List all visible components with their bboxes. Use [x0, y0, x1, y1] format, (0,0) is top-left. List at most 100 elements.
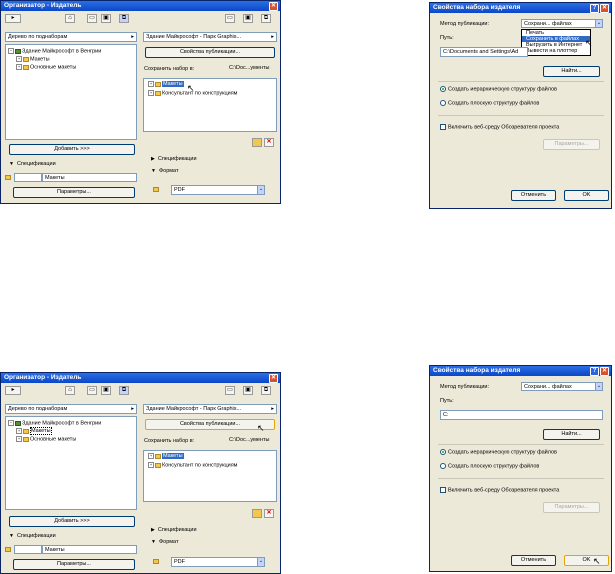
layout-icon[interactable]: ▣ — [101, 14, 111, 23]
publish-props-button[interactable]: Свойства публикации... — [145, 47, 275, 58]
menu-item-plotter[interactable]: Вывести на плоттер — [522, 48, 590, 54]
checkbox-icon[interactable] — [440, 124, 446, 130]
tree-item-main-layouts[interactable]: + Основные макеты — [16, 436, 76, 443]
organizer-titlebar[interactable]: Организатор - Издатель ✕ — [1, 1, 280, 11]
sets-icon[interactable]: ⧉ — [119, 386, 129, 395]
props-titlebar[interactable]: Свойства набора издателя? ✕ — [430, 366, 611, 376]
home-icon[interactable]: ⌂ — [65, 14, 75, 23]
spec-name-field[interactable]: Макеты — [42, 173, 137, 182]
expand-icon[interactable]: + — [16, 428, 22, 434]
tree-view-select[interactable]: Дерево по поднаборам ▸ — [5, 32, 137, 42]
method-select[interactable]: Сохрани... файлах ⌄ — [521, 19, 603, 28]
tree-item-root[interactable]: − Здание Майкрософт в Венгрии — [8, 420, 101, 427]
layout-icon[interactable]: ▣ — [243, 14, 253, 23]
radio-icon[interactable] — [440, 86, 446, 92]
path-field[interactable]: C: — [440, 410, 603, 420]
close-icon[interactable]: ✕ — [600, 4, 609, 13]
spec-section-right[interactable]: ▶ Спецификации — [151, 156, 197, 162]
format-section[interactable]: ▼ Формат — [151, 539, 179, 545]
layout-icon[interactable]: ▣ — [243, 386, 253, 395]
pub-item-consultant[interactable]: + Консультант по конструкциям — [148, 462, 237, 469]
radio-flat[interactable]: Создать плоскую структуру файлов — [440, 100, 539, 107]
expand-icon[interactable]: + — [16, 56, 22, 62]
cancel-button[interactable]: Отменить — [511, 190, 556, 201]
checkbox-icon[interactable] — [440, 487, 446, 493]
sets-icon[interactable]: ⧉ — [261, 14, 271, 23]
publisher-view-icon[interactable]: ▸ — [5, 14, 21, 23]
close-icon[interactable]: ✕ — [600, 367, 609, 376]
browser-checkbox[interactable]: Включить веб-среду Обозревателя проекта — [440, 487, 559, 494]
spec-field[interactable] — [14, 545, 42, 554]
expand-icon[interactable]: + — [148, 90, 154, 96]
params-button[interactable]: Параметры... — [543, 139, 600, 150]
cancel-button[interactable]: Отменить — [511, 555, 556, 566]
new-folder-icon[interactable] — [252, 138, 262, 147]
sets-icon[interactable]: ⧉ — [261, 386, 271, 395]
radio-hierarchical[interactable]: Создать иерархическую структуру файлов — [440, 86, 557, 93]
project-tree-panel[interactable]: − Здание Майкрософт в Венгрии + Макеты + Ос… — [5, 416, 137, 510]
radio-icon[interactable] — [440, 449, 446, 455]
publisher-set-select[interactable]: Здание Майкрософт - Парк Graphis... ▸ — [143, 404, 277, 414]
sets-icon[interactable]: ⧉ — [119, 14, 129, 23]
find-button[interactable]: Найти... — [543, 429, 600, 440]
spec-section-right[interactable]: ▶ Спецификации — [151, 527, 197, 533]
params-button[interactable]: Параметры... — [13, 187, 135, 198]
folder-icon[interactable]: ▭ — [87, 386, 97, 395]
radio-icon[interactable] — [440, 100, 446, 106]
expand-icon[interactable]: + — [16, 436, 22, 442]
pub-item-layouts[interactable]: + Макеты — [148, 453, 184, 460]
find-button[interactable]: Найти... — [543, 66, 600, 77]
tree-view-select[interactable]: Дерево по поднаборам ▸ — [5, 404, 137, 414]
params-button[interactable]: Параметры... — [543, 502, 600, 513]
spec-field[interactable] — [14, 173, 42, 182]
spec-section-left[interactable]: ▼ Спецификации — [9, 533, 56, 539]
radio-icon[interactable] — [440, 463, 446, 469]
tree-item-root[interactable]: − Здание Майкрософт в Венгрии — [8, 48, 101, 55]
publisher-view-icon[interactable]: ▸ — [5, 386, 21, 395]
new-folder-icon[interactable] — [252, 509, 262, 518]
publish-tree-panel[interactable]: + Макеты + Консультант по конструкциям — [143, 78, 277, 132]
folder-icon[interactable]: ▭ — [225, 14, 235, 23]
browser-checkbox[interactable]: Включить веб-среду Обозревателя проекта — [440, 124, 559, 131]
path-field[interactable]: C:\Documents and Settings\Ad — [440, 47, 528, 57]
format-select[interactable]: PDF ⌄ — [171, 557, 265, 567]
collapse-icon[interactable]: − — [8, 420, 14, 426]
tree-item-main-layouts[interactable]: + Основные макеты — [16, 64, 76, 71]
expand-icon[interactable]: + — [16, 64, 22, 70]
delete-icon[interactable]: ✕ — [264, 138, 274, 147]
format-select[interactable]: PDF ⌄ — [171, 185, 265, 195]
collapse-icon[interactable]: − — [8, 48, 14, 54]
expand-icon[interactable]: + — [148, 462, 154, 468]
add-button[interactable]: Добавить >>> — [9, 516, 135, 527]
radio-flat[interactable]: Создать плоскую структуру файлов — [440, 463, 539, 470]
organizer-titlebar[interactable]: Организатор - Издатель ✕ — [1, 373, 280, 383]
expand-icon[interactable]: + — [148, 81, 154, 87]
delete-icon[interactable]: ✕ — [264, 509, 274, 518]
close-icon[interactable]: ✕ — [269, 374, 278, 383]
folder-icon[interactable]: ▭ — [225, 386, 235, 395]
home-icon[interactable]: ⌂ — [65, 386, 75, 395]
ok-button[interactable]: OK — [564, 190, 609, 201]
tree-item-layouts[interactable]: + Макеты — [16, 427, 52, 436]
params-button[interactable]: Параметры... — [13, 559, 135, 570]
tree-item-layouts[interactable]: + Макеты — [16, 56, 50, 63]
publish-props-button[interactable]: Свойства публикации... — [145, 419, 275, 430]
add-button[interactable]: Добавить >>> — [9, 144, 135, 155]
publish-tree-panel[interactable]: + Макеты + Консультант по конструкциям — [143, 450, 277, 502]
radio-hierarchical[interactable]: Создать иерархическую структуру файлов — [440, 449, 557, 456]
format-section[interactable]: ▼ Формат — [151, 168, 179, 174]
method-menu[interactable]: Печать Сохранить в файлах Выгрузить в Ин… — [521, 29, 591, 56]
help-icon[interactable]: ? — [590, 4, 599, 13]
method-select[interactable]: Сохрани... файлах ⌄ — [521, 382, 603, 391]
spec-name-field[interactable]: Макеты — [42, 545, 137, 554]
publisher-set-select[interactable]: Здание Майкрософт - Парк Graphis... ▸ — [143, 32, 277, 42]
folder-icon[interactable]: ▭ — [87, 14, 97, 23]
help-icon[interactable]: ? — [590, 367, 599, 376]
close-icon[interactable]: ✕ — [269, 2, 278, 11]
props-titlebar[interactable]: Свойства набора издателя? ✕ — [430, 3, 611, 13]
expand-icon[interactable]: + — [148, 453, 154, 459]
spec-section-left[interactable]: ▼ Спецификации — [9, 161, 56, 167]
pub-item-layouts[interactable]: + Макеты — [148, 81, 184, 88]
layout-icon[interactable]: ▣ — [101, 386, 111, 395]
ok-button[interactable]: OK — [564, 555, 609, 566]
